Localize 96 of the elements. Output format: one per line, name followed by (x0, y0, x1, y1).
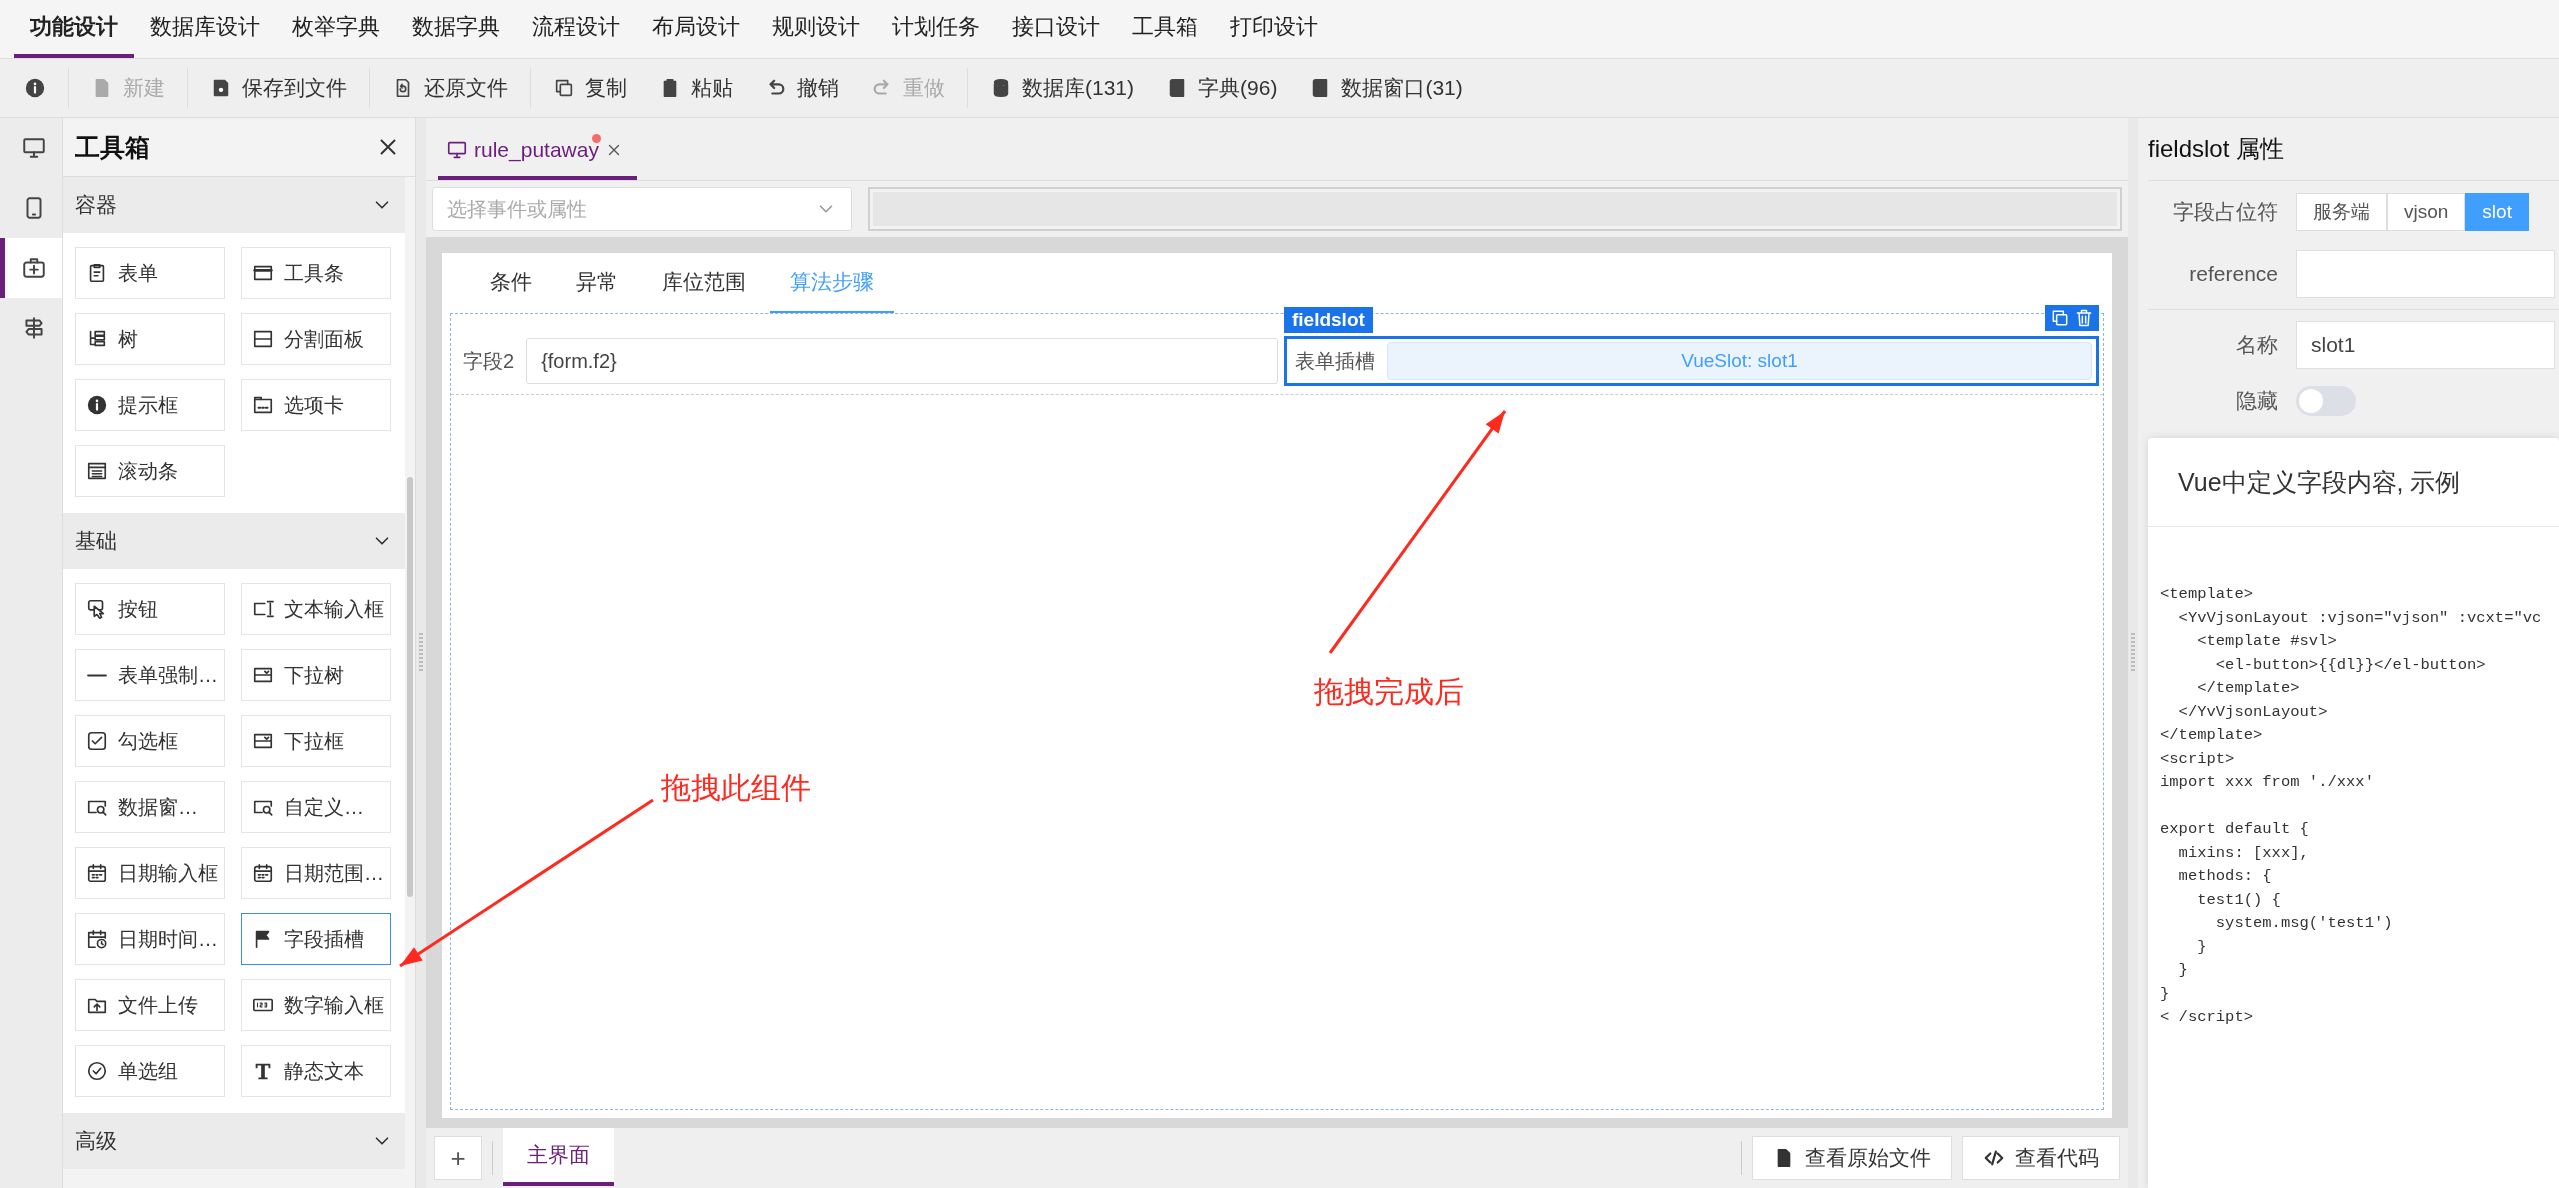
toolbar-button[interactable]: 字典(96) (1150, 66, 1294, 110)
calendar-icon (86, 862, 108, 884)
property-label: 名称 (2235, 332, 2278, 358)
monitor-icon (446, 139, 468, 161)
annotation-text: 拖拽完成后 (1314, 674, 1464, 710)
property-label: 字段占位符 (2172, 199, 2278, 225)
scrollbar-thumb[interactable] (407, 477, 413, 897)
component-item[interactable]: 单选组 (75, 1045, 225, 1097)
panel-title: 工具箱 (75, 131, 150, 163)
view-button[interactable]: 查看原始文件 (1752, 1136, 1952, 1180)
component-item[interactable]: 数据窗… (75, 781, 225, 833)
property-label: reference (2188, 262, 2278, 286)
input-field[interactable]: slot1 (2296, 321, 2555, 369)
view-button[interactable]: 查看代码 (1962, 1136, 2120, 1180)
checkbox-icon (86, 730, 108, 752)
dash-icon (87, 672, 107, 678)
field-label: 表单插槽 (1295, 348, 1375, 374)
slot-field[interactable]: 表单插槽 VueSlot: slot1 (1284, 336, 2099, 386)
segment-option[interactable]: vjson (2387, 193, 2466, 231)
toolbar-button[interactable]: 复制 (537, 66, 643, 110)
menu-tab[interactable]: 规则设计 (756, 0, 876, 58)
monitor-icon (20, 135, 47, 161)
component-item[interactable]: 滚动条 (75, 445, 225, 497)
calendar-icon (252, 862, 274, 884)
component-item[interactable]: 提示框 (75, 379, 225, 431)
component-item[interactable]: 分割面板 (241, 313, 391, 365)
form-tab[interactable]: 库位范围 (642, 253, 766, 313)
info-icon (86, 394, 108, 416)
component-item[interactable]: 表单 (75, 247, 225, 299)
trash-icon[interactable] (2074, 308, 2094, 328)
component-item[interactable]: 日期时间… (75, 913, 225, 965)
menu-tab[interactable]: 打印设计 (1214, 0, 1334, 58)
menu-tab[interactable]: 工具箱 (1116, 0, 1214, 58)
add-page-button[interactable]: + (434, 1136, 482, 1180)
component-item[interactable]: 文本输入框 (241, 583, 391, 635)
copy-icon (553, 77, 575, 99)
component-item[interactable]: 下拉框 (241, 715, 391, 767)
scroll-list-icon (86, 460, 108, 482)
toolbar-button[interactable]: 数据窗口(31) (1293, 66, 1479, 110)
component-item[interactable]: 字段插槽 (241, 913, 391, 965)
toolbar-button[interactable]: 保存到文件 (194, 66, 363, 110)
form-tab[interactable]: 条件 (470, 253, 552, 313)
component-item[interactable]: 文件上传 (75, 979, 225, 1031)
component-tag: fieldslot (1284, 307, 1373, 333)
annotation-text: 拖拽此组件 (661, 770, 811, 806)
menu-tab[interactable]: 计划任务 (876, 0, 996, 58)
help-title: Vue中定义字段内容, 示例 (2148, 438, 2559, 527)
section-header[interactable]: 高级 (63, 1113, 405, 1169)
toolbar-button[interactable]: 还原文件 (376, 66, 524, 110)
segment-option[interactable]: 服务端 (2296, 193, 2387, 231)
input-field[interactable]: {form.f2} (526, 338, 1278, 384)
component-item[interactable]: 勾选框 (75, 715, 225, 767)
expression-field[interactable] (868, 187, 2122, 231)
splitter-handle[interactable] (419, 633, 423, 673)
sidebar-tab[interactable] (0, 238, 62, 298)
form-tab[interactable]: 异常 (556, 253, 638, 313)
toolbox-icon (20, 255, 47, 281)
component-item[interactable]: 按钮 (75, 583, 225, 635)
toolbar-button[interactable]: 粘贴 (643, 66, 749, 110)
input-field[interactable] (2296, 250, 2555, 298)
tab-icon (252, 394, 274, 416)
field-label: 字段2 (463, 348, 515, 374)
menu-tab[interactable]: 接口设计 (996, 0, 1116, 58)
section-header[interactable]: 容器 (63, 177, 405, 233)
component-item[interactable]: 下拉树 (241, 649, 391, 701)
toolbar-button[interactable]: 数据库(131) (974, 66, 1151, 110)
component-item[interactable]: 数字输入框 (241, 979, 391, 1031)
component-item[interactable]: 表单强制… (75, 649, 225, 701)
menu-tab[interactable]: 流程设计 (516, 0, 636, 58)
calendar-clock-icon (86, 928, 108, 950)
panel-title: fieldslot 属性 (2148, 118, 2559, 181)
menu-tab[interactable]: 数据字典 (396, 0, 516, 58)
section-header[interactable]: 基础 (63, 513, 405, 569)
code-sample: <template> <YvVjsonLayout :vjson="vjson" :vcxt="vc <template #svl> <el-button>{{dl}}</el-button> </template> </YvVjsonLayout> </template> <script> import xxx from './xxx' export default { mixins: [xxx], methods: { test1() { system.msg('test1') } } } < /script> (2159, 584, 2543, 1028)
copy-icon[interactable] (2050, 308, 2070, 328)
property-label: 隐藏 (2235, 388, 2278, 414)
component-item[interactable]: 静态文本 (241, 1045, 391, 1097)
page-tab[interactable]: 主界面 (503, 1128, 614, 1186)
menu-tab[interactable]: 数据库设计 (134, 0, 276, 58)
menu-tab[interactable]: 枚举字典 (276, 0, 396, 58)
component-item[interactable]: 树 (75, 313, 225, 365)
check-circle-icon (86, 1060, 108, 1082)
component-item[interactable]: 日期范围… (241, 847, 391, 899)
splitter-handle[interactable] (2131, 633, 2135, 673)
menu-tab[interactable]: 布局设计 (636, 0, 756, 58)
slot-placeholder: VueSlot: slot1 (1387, 342, 2092, 380)
toggle-switch[interactable] (2296, 386, 2356, 416)
text-input-icon (252, 598, 274, 620)
component-item[interactable]: 选项卡 (241, 379, 391, 431)
component-item[interactable]: 工具条 (241, 247, 391, 299)
split-panel-icon (252, 328, 274, 350)
component-item[interactable]: 日期输入框 (75, 847, 225, 899)
toolbar-button[interactable]: 撤销 (749, 66, 855, 110)
info-icon (24, 77, 46, 99)
document-tab[interactable]: rule_putaway (438, 124, 637, 180)
component-item[interactable]: 自定义… (241, 781, 391, 833)
